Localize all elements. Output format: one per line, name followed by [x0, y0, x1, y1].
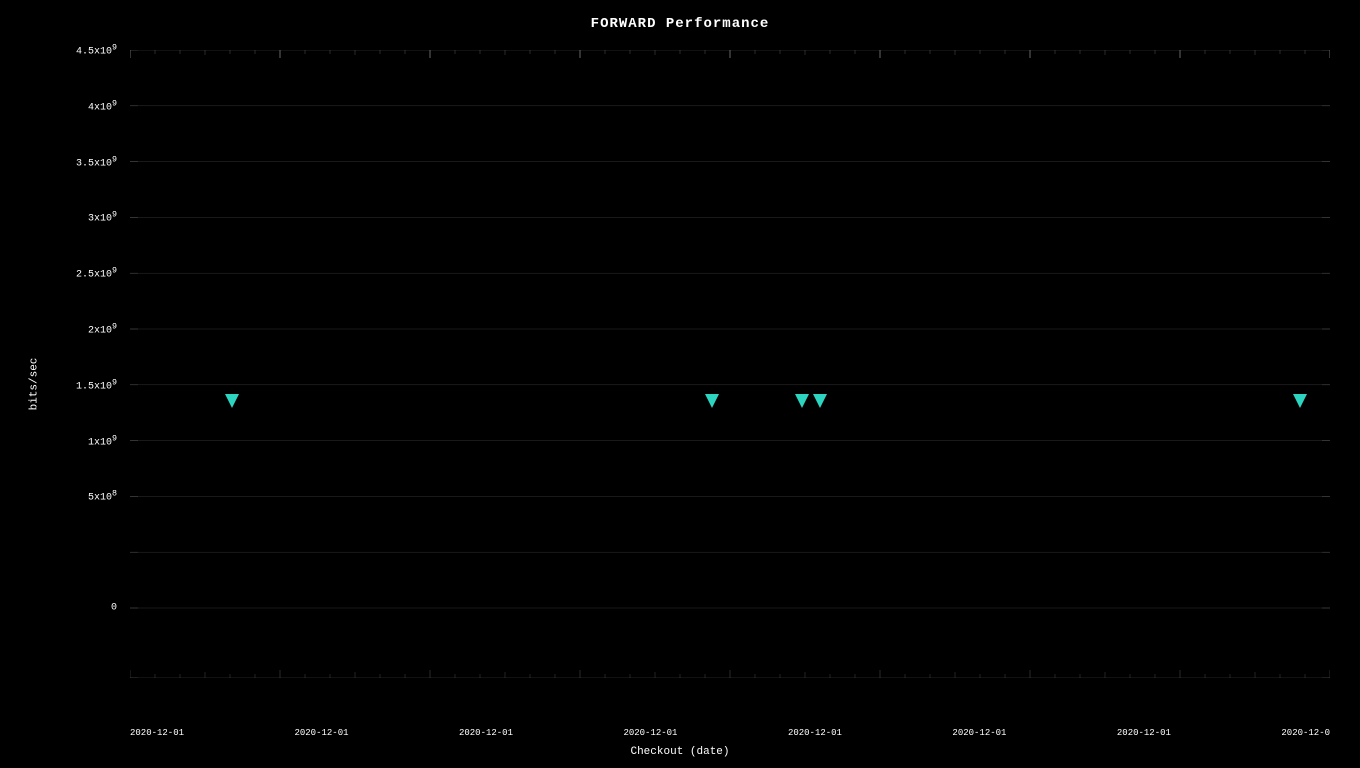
x-label-8: 2020-12-0: [1281, 728, 1330, 738]
y-tick-4e9: 4x109: [88, 98, 117, 113]
x-label-2: 2020-12-01: [294, 728, 348, 738]
x-label-3: 2020-12-01: [459, 728, 513, 738]
chart-container: FORWARD Performance bits/sec Checkout (d…: [0, 0, 1360, 768]
chart-title: FORWARD Performance: [0, 16, 1360, 32]
y-tick-2e9: 2x109: [88, 321, 117, 336]
y-tick-3e9: 3x109: [88, 210, 117, 225]
y-tick-25e9: 2.5x109: [76, 266, 117, 281]
data-point-5: [1293, 394, 1307, 408]
x-labels-container: 2020-12-01 2020-12-01 2020-12-01 2020-12…: [130, 728, 1330, 738]
y-tick-0: 0: [111, 603, 117, 614]
y-tick-45e9: 4.5x109: [76, 42, 117, 57]
data-point-1: [225, 394, 239, 408]
x-label-7: 2020-12-01: [1117, 728, 1171, 738]
y-tick-15e9: 1.5x109: [76, 377, 117, 392]
x-label-5: 2020-12-01: [788, 728, 842, 738]
data-point-2: [705, 394, 719, 408]
x-label-6: 2020-12-01: [952, 728, 1006, 738]
x-label-1: 2020-12-01: [130, 728, 184, 738]
y-tick-35e9: 3.5x109: [76, 154, 117, 169]
chart-svg: [130, 50, 1330, 678]
data-point-3: [795, 394, 809, 408]
y-axis-label: bits/sec: [28, 358, 40, 411]
y-tick-5e8: 5x108: [88, 489, 117, 504]
y-tick-1e9: 1x109: [88, 433, 117, 448]
x-axis-title: Checkout (date): [0, 746, 1360, 758]
data-point-4: [813, 394, 827, 408]
x-label-4: 2020-12-01: [623, 728, 677, 738]
y-ticks-container: 4.5x109 4x109 3.5x109 3x109 2.5x109 2x10…: [40, 50, 125, 678]
